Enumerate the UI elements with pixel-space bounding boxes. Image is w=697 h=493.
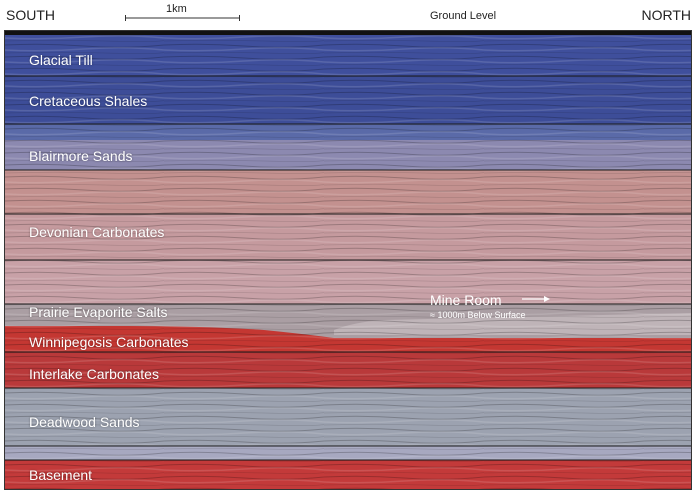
- label-interlake-carbonates: Interlake Carbonates: [29, 366, 159, 382]
- scale-bar: [125, 15, 240, 21]
- cross-section-figure: SOUTH 1km Ground Level NORTH Glacial Til…: [0, 0, 697, 493]
- label-winnipegosis-carbonates: Winnipegosis Carbonates: [29, 334, 189, 350]
- mine-room-depth: ≈ 1000m Below Surface: [430, 310, 526, 320]
- label-devonian-carbonates: Devonian Carbonates: [29, 224, 165, 240]
- arrow-right-icon: [522, 296, 550, 302]
- label-prairie-evaporite-salts: Prairie Evaporite Salts: [29, 304, 168, 320]
- label-glacial-till: Glacial Till: [29, 52, 93, 68]
- label-blairmore-sands: Blairmore Sands: [29, 148, 133, 164]
- south-label: SOUTH: [6, 7, 55, 23]
- label-cretaceous-shales: Cretaceous Shales: [29, 93, 148, 109]
- north-label: NORTH: [641, 7, 691, 23]
- label-basement: Basement: [29, 467, 93, 483]
- label-deadwood-sands: Deadwood Sands: [29, 414, 140, 430]
- mine-room-label: Mine Room: [430, 292, 502, 308]
- scale-label: 1km: [166, 3, 187, 15]
- ground-level-label: Ground Level: [430, 10, 497, 22]
